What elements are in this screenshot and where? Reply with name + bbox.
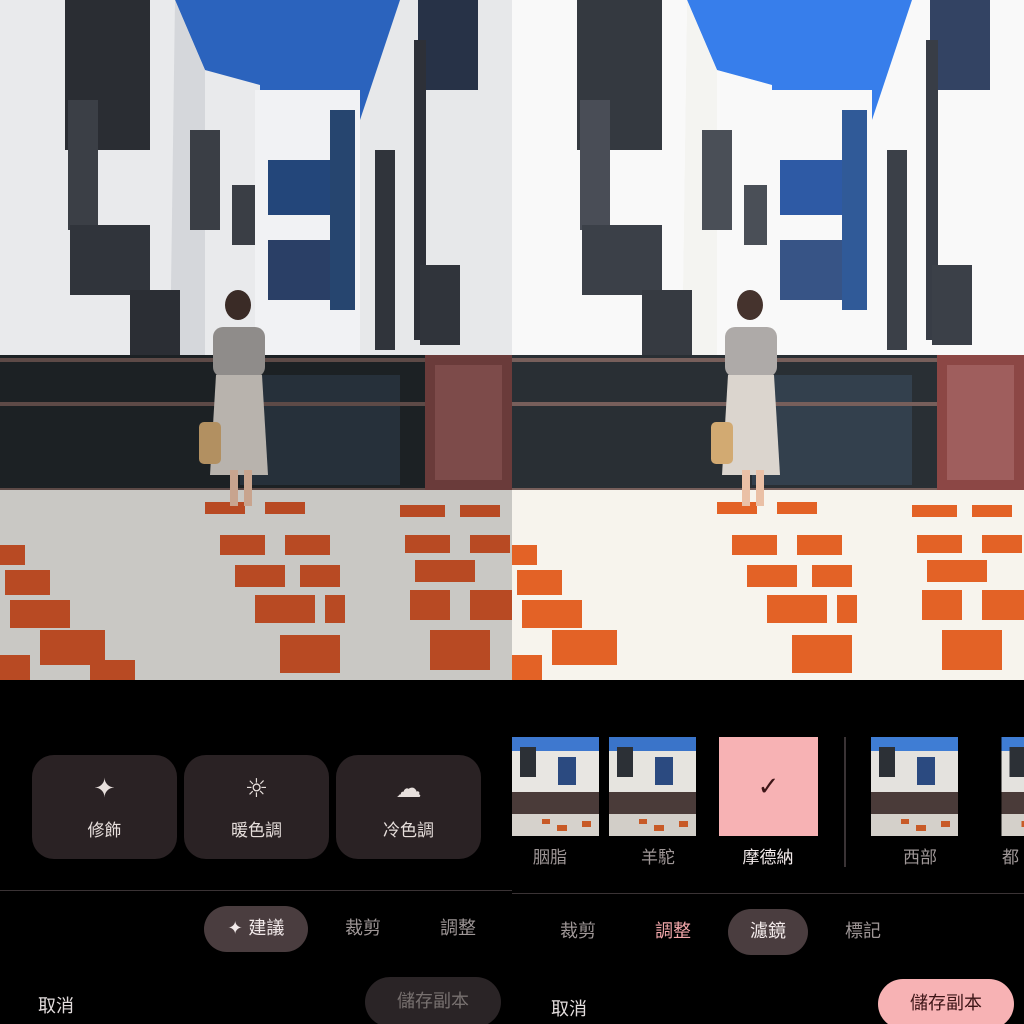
sun-icon: ☼ <box>244 773 269 804</box>
save-copy-button[interactable]: 儲存副本 <box>365 977 501 1024</box>
tab-label: 建議 <box>248 918 285 939</box>
filter-thumbnail-metro[interactable] <box>980 737 1024 836</box>
suggestion-cool-button[interactable]: ☁ 冷色調 <box>336 755 481 859</box>
photo-preview <box>512 0 1024 680</box>
check-icon: ✓ <box>757 771 780 802</box>
tab-markup[interactable]: 標記 <box>830 909 896 955</box>
suggestion-label: 冷色調 <box>383 820 434 841</box>
suggestion-retouch-button[interactable]: ✦ 修飾 <box>32 755 177 859</box>
filter-label: 西部 <box>903 848 937 868</box>
filter-thumbnail-modena-selected[interactable]: ✓ <box>719 737 818 836</box>
save-copy-button[interactable]: 儲存副本 <box>878 979 1014 1024</box>
tab-adjust[interactable]: 調整 <box>425 906 491 952</box>
tab-adjust[interactable]: 調整 <box>640 909 706 955</box>
suggestion-label: 修飾 <box>87 820 122 841</box>
filter-label: 胭脂 <box>533 848 567 868</box>
sparkle-icon: ✦ <box>93 773 116 804</box>
filter-separator <box>844 737 846 867</box>
filter-thumbnail-rouge[interactable] <box>512 737 599 836</box>
photo-image <box>512 0 1024 680</box>
suggestion-label: 暖色調 <box>231 820 282 841</box>
filter-label: 羊駝 <box>641 848 675 868</box>
tab-crop[interactable]: 裁剪 <box>545 909 611 955</box>
tab-filters[interactable]: 濾鏡 <box>728 909 808 955</box>
tab-crop[interactable]: 裁剪 <box>330 906 396 952</box>
divider <box>0 890 512 891</box>
filter-preview-image <box>1001 737 1024 836</box>
sparkle-icon: ✦ <box>227 918 243 939</box>
cancel-button[interactable]: 取消 <box>38 992 74 1018</box>
tab-suggest[interactable]: ✦ 建議 <box>204 906 308 952</box>
editor-left-panel: ✦ 修飾 ☼ 暖色調 ☁ 冷色調 ✦ 建議 裁剪 調整 取消 儲存副本 <box>0 0 512 1024</box>
cancel-button[interactable]: 取消 <box>551 995 587 1021</box>
photo-preview <box>0 0 512 680</box>
divider <box>512 893 1024 894</box>
editor-right-panel: ✓ 胭脂 羊駝 摩德納 西部 都 裁剪 調整 濾鏡 標記 取消 儲存副本 <box>512 0 1024 1024</box>
photo-image <box>0 0 512 680</box>
filter-preview-image <box>609 737 696 836</box>
filter-thumbnail-alpaca[interactable] <box>609 737 696 836</box>
filter-thumbnail-west[interactable] <box>871 737 958 836</box>
suggestion-warm-button[interactable]: ☼ 暖色調 <box>184 755 329 859</box>
cloud-icon: ☁ <box>395 773 422 804</box>
filter-label: 摩德納 <box>742 848 794 868</box>
filter-preview-image <box>871 737 958 836</box>
filter-preview-image <box>512 737 599 836</box>
filter-label: 都 <box>1002 848 1019 868</box>
